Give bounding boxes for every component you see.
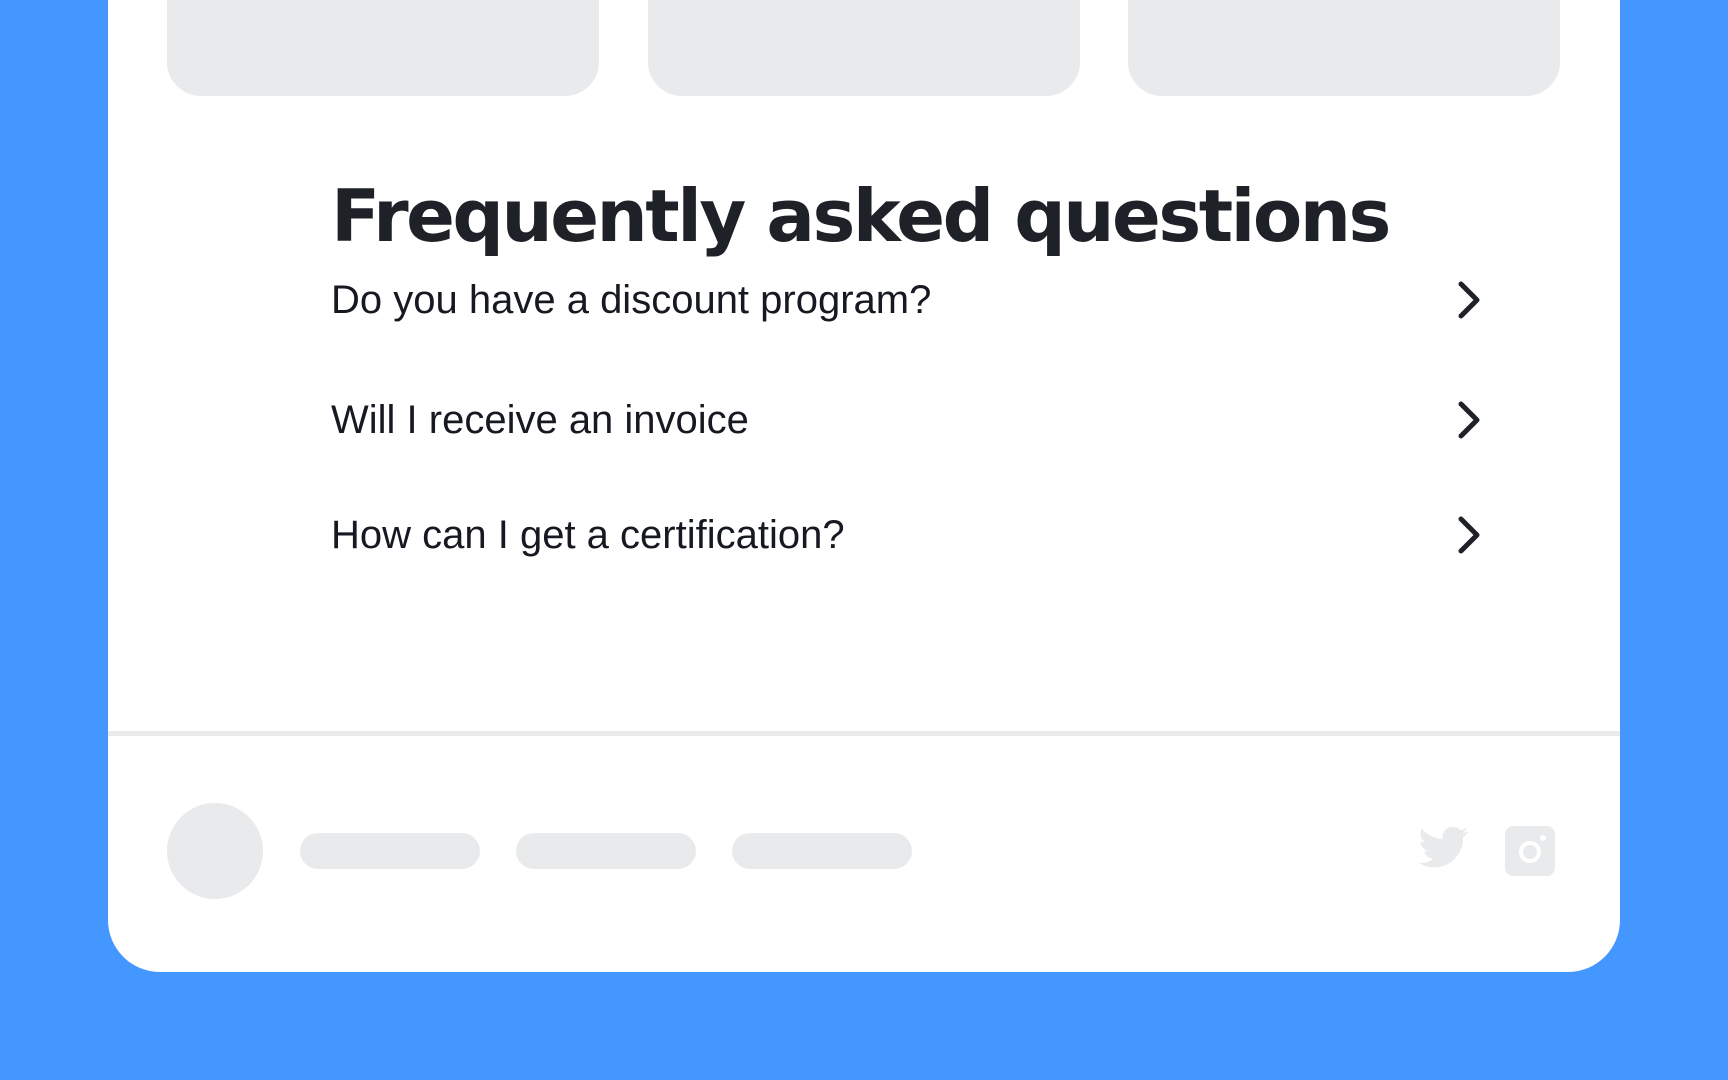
twitter-icon[interactable] [1418, 826, 1469, 872]
placeholder-card-1 [167, 0, 599, 96]
page-background: Frequently asked questions Do you have a… [0, 0, 1728, 1080]
footer-link-placeholder-3[interactable] [732, 833, 912, 869]
faq-item-certification[interactable]: How can I get a certification? [331, 505, 1491, 565]
faq-question: Do you have a discount program? [331, 278, 932, 322]
footer-divider [108, 731, 1620, 736]
chevron-right-icon[interactable] [1447, 278, 1491, 322]
faq-question: Will I receive an invoice [331, 398, 749, 442]
placeholder-card-3 [1128, 0, 1560, 96]
faq-title: Frequently asked questions [331, 174, 1391, 258]
chevron-right-icon[interactable] [1447, 398, 1491, 442]
placeholder-card-2 [648, 0, 1080, 96]
content-card: Frequently asked questions Do you have a… [108, 0, 1620, 972]
footer-link-placeholder-1[interactable] [300, 833, 480, 869]
footer-logo-placeholder [167, 803, 263, 899]
chevron-right-icon[interactable] [1447, 513, 1491, 557]
footer-link-placeholder-2[interactable] [516, 833, 696, 869]
faq-item-invoice[interactable]: Will I receive an invoice [331, 390, 1491, 450]
faq-question: How can I get a certification? [331, 513, 845, 557]
instagram-icon[interactable] [1505, 826, 1555, 876]
faq-item-discount-program[interactable]: Do you have a discount program? [331, 270, 1491, 330]
